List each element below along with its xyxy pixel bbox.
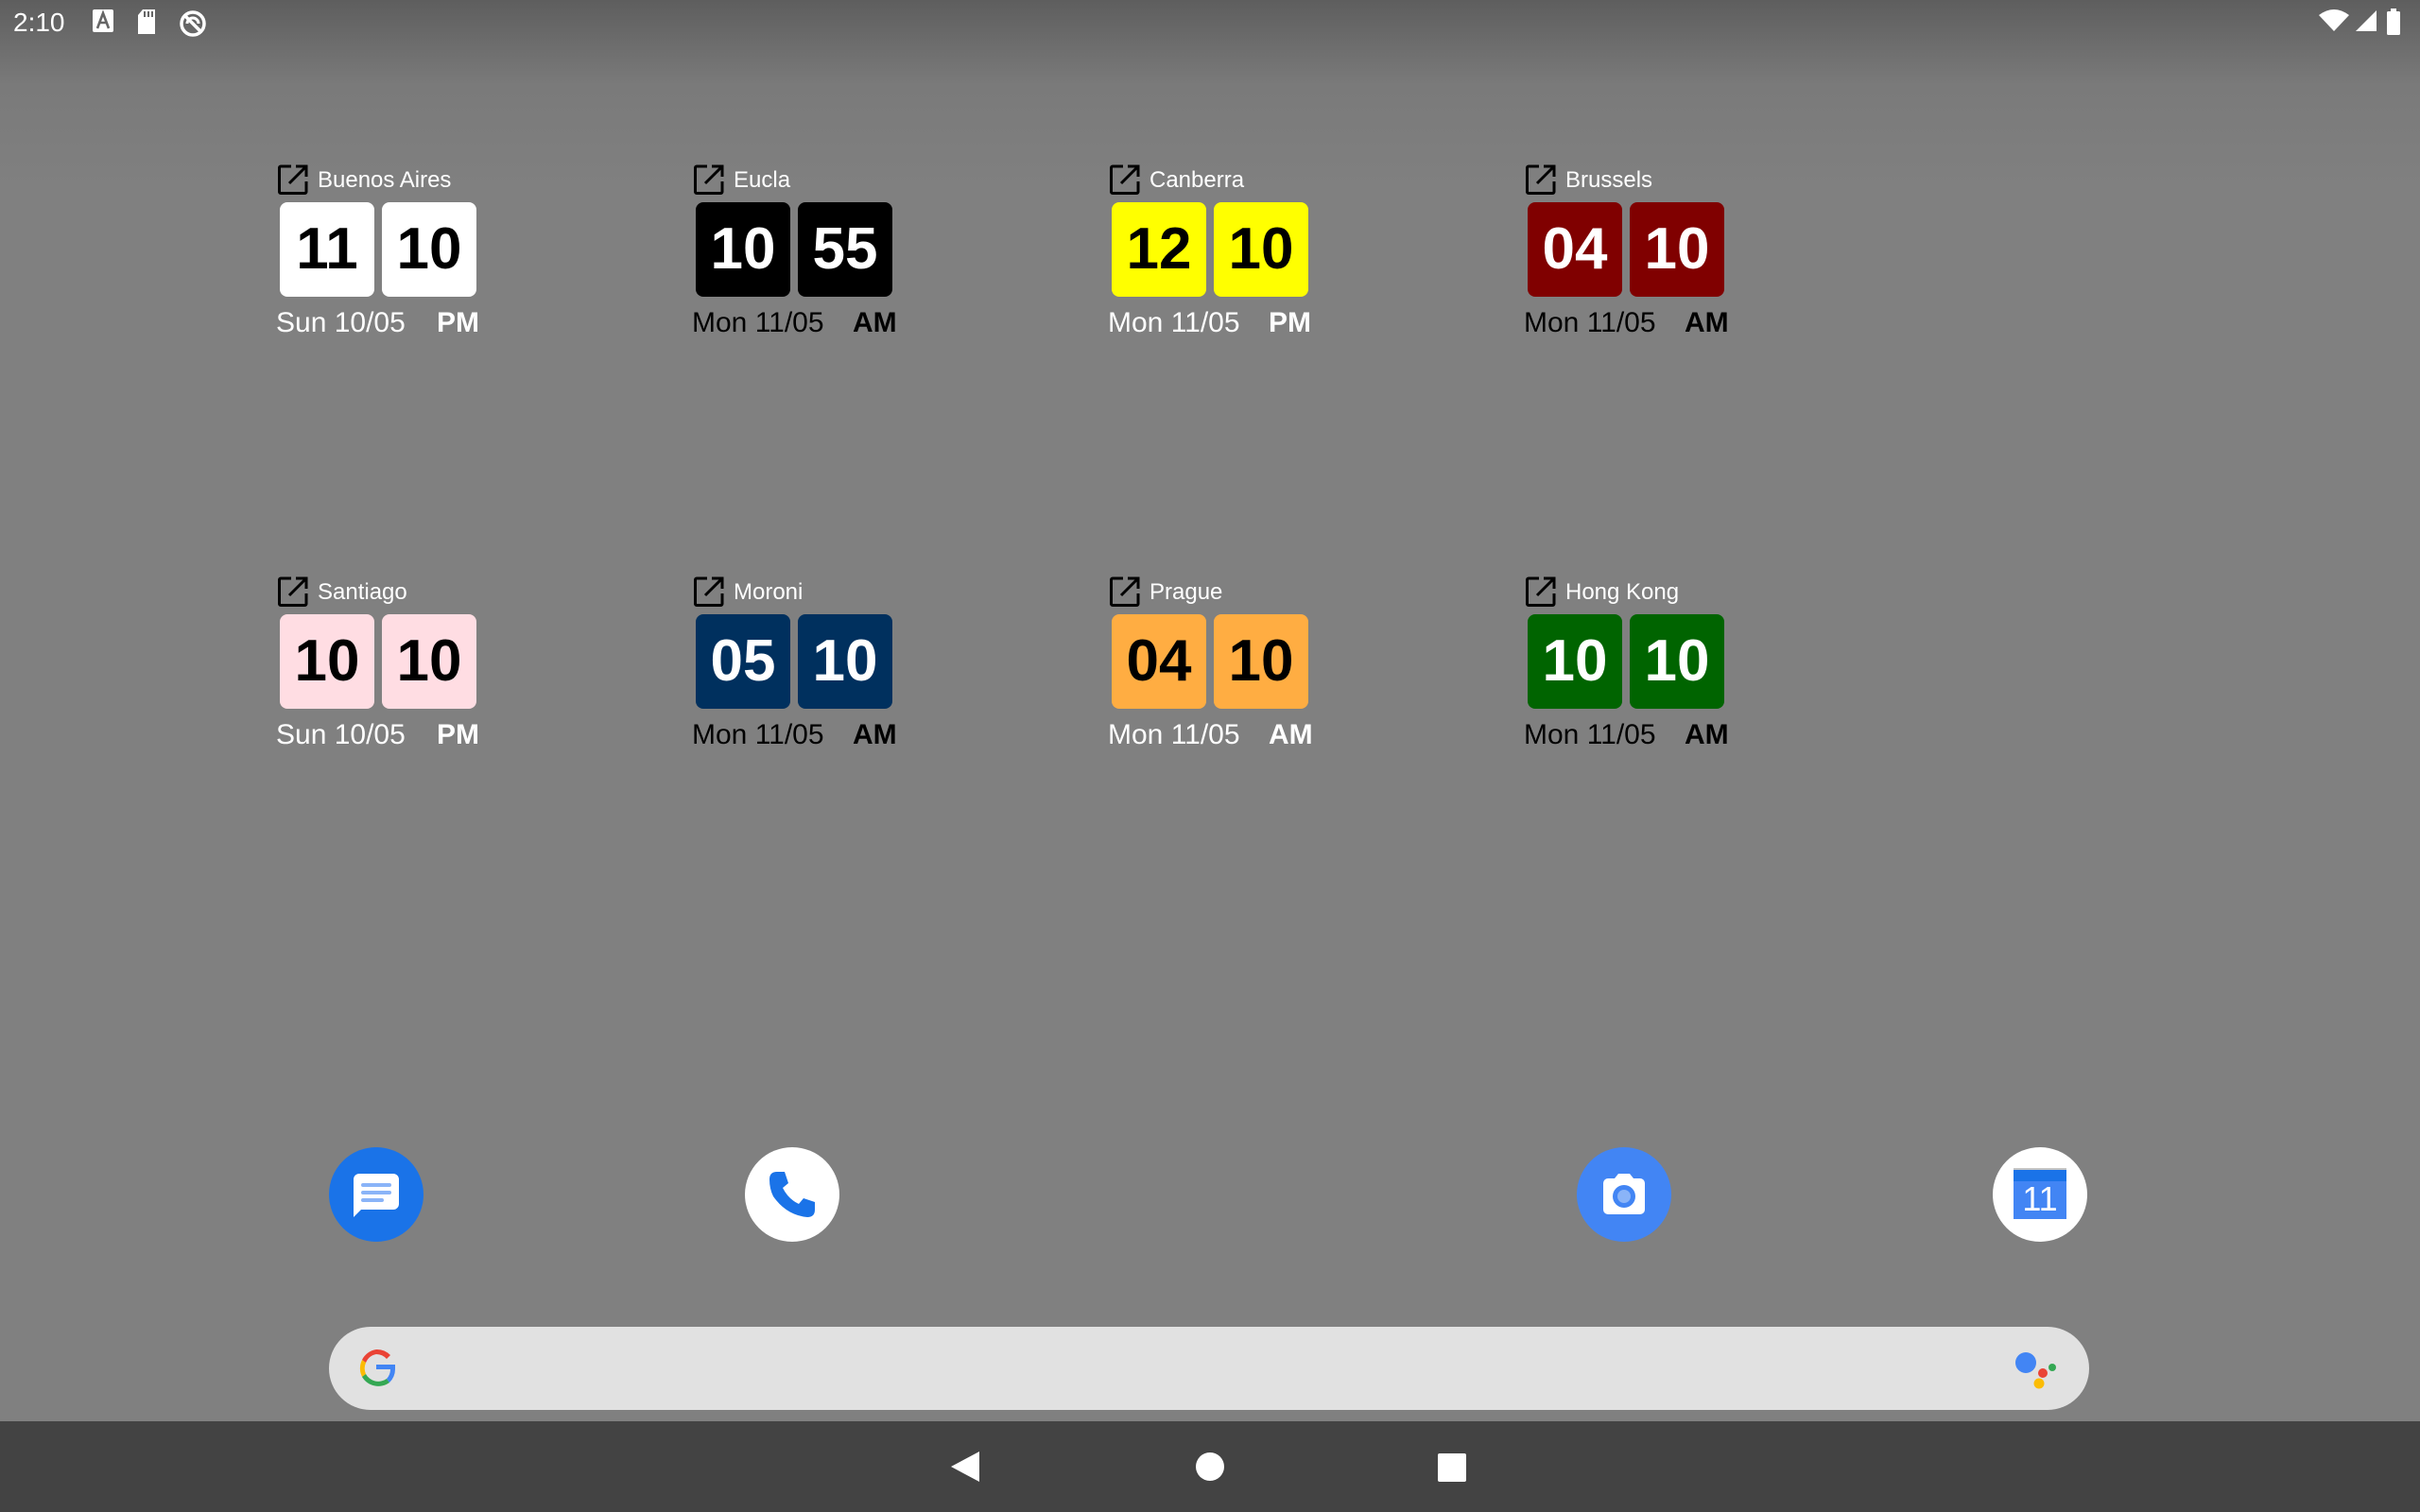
city-name: Hong Kong	[1565, 579, 1680, 605]
date-label: Mon 11/05	[692, 719, 824, 750]
ampm-label: PM	[437, 719, 479, 750]
minute-tile: 10	[382, 202, 476, 297]
open-external-icon[interactable]	[1524, 575, 1558, 609]
clock-widget-prague[interactable]: Prague 04 10 Mon 11/05 AM	[1108, 571, 1335, 760]
minute-tile: 10	[1630, 614, 1724, 709]
phone-app[interactable]	[745, 1147, 839, 1242]
clock-widget-santiago[interactable]: Santiago 10 10 Sun 10/05 PM	[276, 571, 503, 760]
calendar-app[interactable]: 11	[1993, 1147, 2087, 1242]
clock-widget-brussels[interactable]: Brussels 04 10 Mon 11/05 AM	[1524, 159, 1751, 348]
sync-icon	[180, 10, 206, 37]
city-name: Buenos Aires	[318, 167, 452, 193]
open-external-icon[interactable]	[692, 575, 726, 609]
minute-tile: 10	[1214, 202, 1308, 297]
messages-app[interactable]	[329, 1147, 424, 1242]
hour-tile: 05	[696, 614, 790, 709]
back-icon[interactable]	[949, 1450, 981, 1484]
hour-tile: 10	[1528, 614, 1622, 709]
date-label: Mon 11/05	[1108, 719, 1240, 750]
open-external-icon[interactable]	[1108, 575, 1142, 609]
open-external-icon[interactable]	[1108, 163, 1142, 197]
minute-tile: 10	[798, 614, 892, 709]
camera-app[interactable]	[1577, 1147, 1671, 1242]
date-label: Mon 11/05	[692, 307, 824, 338]
city-name: Santiago	[318, 579, 407, 605]
minute-tile: 10	[382, 614, 476, 709]
messages-icon	[329, 1147, 424, 1242]
date-label: Sun 10/05	[276, 307, 406, 338]
google-g-icon	[359, 1349, 395, 1386]
hour-tile: 10	[280, 614, 374, 709]
city-name: Prague	[1150, 579, 1223, 605]
hour-tile: 04	[1528, 202, 1622, 297]
calendar-date-label: 11	[2022, 1179, 2057, 1218]
cell-signal-icon	[2356, 10, 2377, 31]
ampm-label: PM	[1269, 307, 1311, 338]
status-bar: 2:10	[0, 0, 2420, 45]
open-external-icon[interactable]	[692, 163, 726, 197]
ampm-label: AM	[853, 719, 897, 750]
hour-tile: 10	[696, 202, 790, 297]
phone-icon	[745, 1147, 839, 1242]
navigation-bar	[0, 1421, 2420, 1512]
ampm-label: AM	[1685, 719, 1729, 750]
open-external-icon[interactable]	[1524, 163, 1558, 197]
date-label: Sun 10/05	[276, 719, 406, 750]
city-name: Eucla	[734, 167, 791, 193]
open-external-icon[interactable]	[276, 163, 310, 197]
ampm-label: AM	[853, 307, 897, 338]
city-name: Canberra	[1150, 167, 1245, 193]
status-time: 2:10	[13, 8, 65, 37]
recents-icon[interactable]	[1438, 1453, 1466, 1482]
wifi-icon	[2319, 9, 2349, 31]
minute-tile: 55	[798, 202, 892, 297]
battery-icon	[2387, 9, 2400, 35]
city-name: Brussels	[1565, 167, 1653, 193]
open-external-icon[interactable]	[276, 575, 310, 609]
minute-tile: 10	[1630, 202, 1724, 297]
date-label: Mon 11/05	[1524, 719, 1656, 750]
clock-widget-hong-kong[interactable]: Hong Kong 10 10 Mon 11/05 AM	[1524, 571, 1751, 760]
clock-widget-buenos-aires[interactable]: Buenos Aires 11 10 Sun 10/05 PM	[276, 159, 503, 348]
clock-widget-moroni[interactable]: Moroni 05 10 Mon 11/05 AM	[692, 571, 919, 760]
calendar-icon: 11	[1993, 1147, 2087, 1242]
ampm-label: AM	[1269, 719, 1313, 750]
minute-tile: 10	[1214, 614, 1308, 709]
clock-widget-eucla[interactable]: Eucla 10 55 Mon 11/05 AM	[692, 159, 919, 348]
sd-card-icon	[138, 9, 155, 34]
city-name: Moroni	[734, 579, 804, 605]
hour-tile: 11	[280, 202, 374, 297]
home-icon[interactable]	[1196, 1452, 1224, 1481]
ampm-label: PM	[437, 307, 479, 338]
font-a-icon	[93, 9, 113, 32]
clock-widget-canberra[interactable]: Canberra 12 10 Mon 11/05 PM	[1108, 159, 1335, 348]
assistant-icon[interactable]	[2012, 1346, 2061, 1393]
ampm-label: AM	[1685, 307, 1729, 338]
date-label: Mon 11/05	[1108, 307, 1240, 338]
camera-icon	[1577, 1147, 1671, 1242]
hour-tile: 04	[1112, 614, 1206, 709]
date-label: Mon 11/05	[1524, 307, 1656, 338]
google-search-bar[interactable]	[329, 1327, 2089, 1410]
hour-tile: 12	[1112, 202, 1206, 297]
